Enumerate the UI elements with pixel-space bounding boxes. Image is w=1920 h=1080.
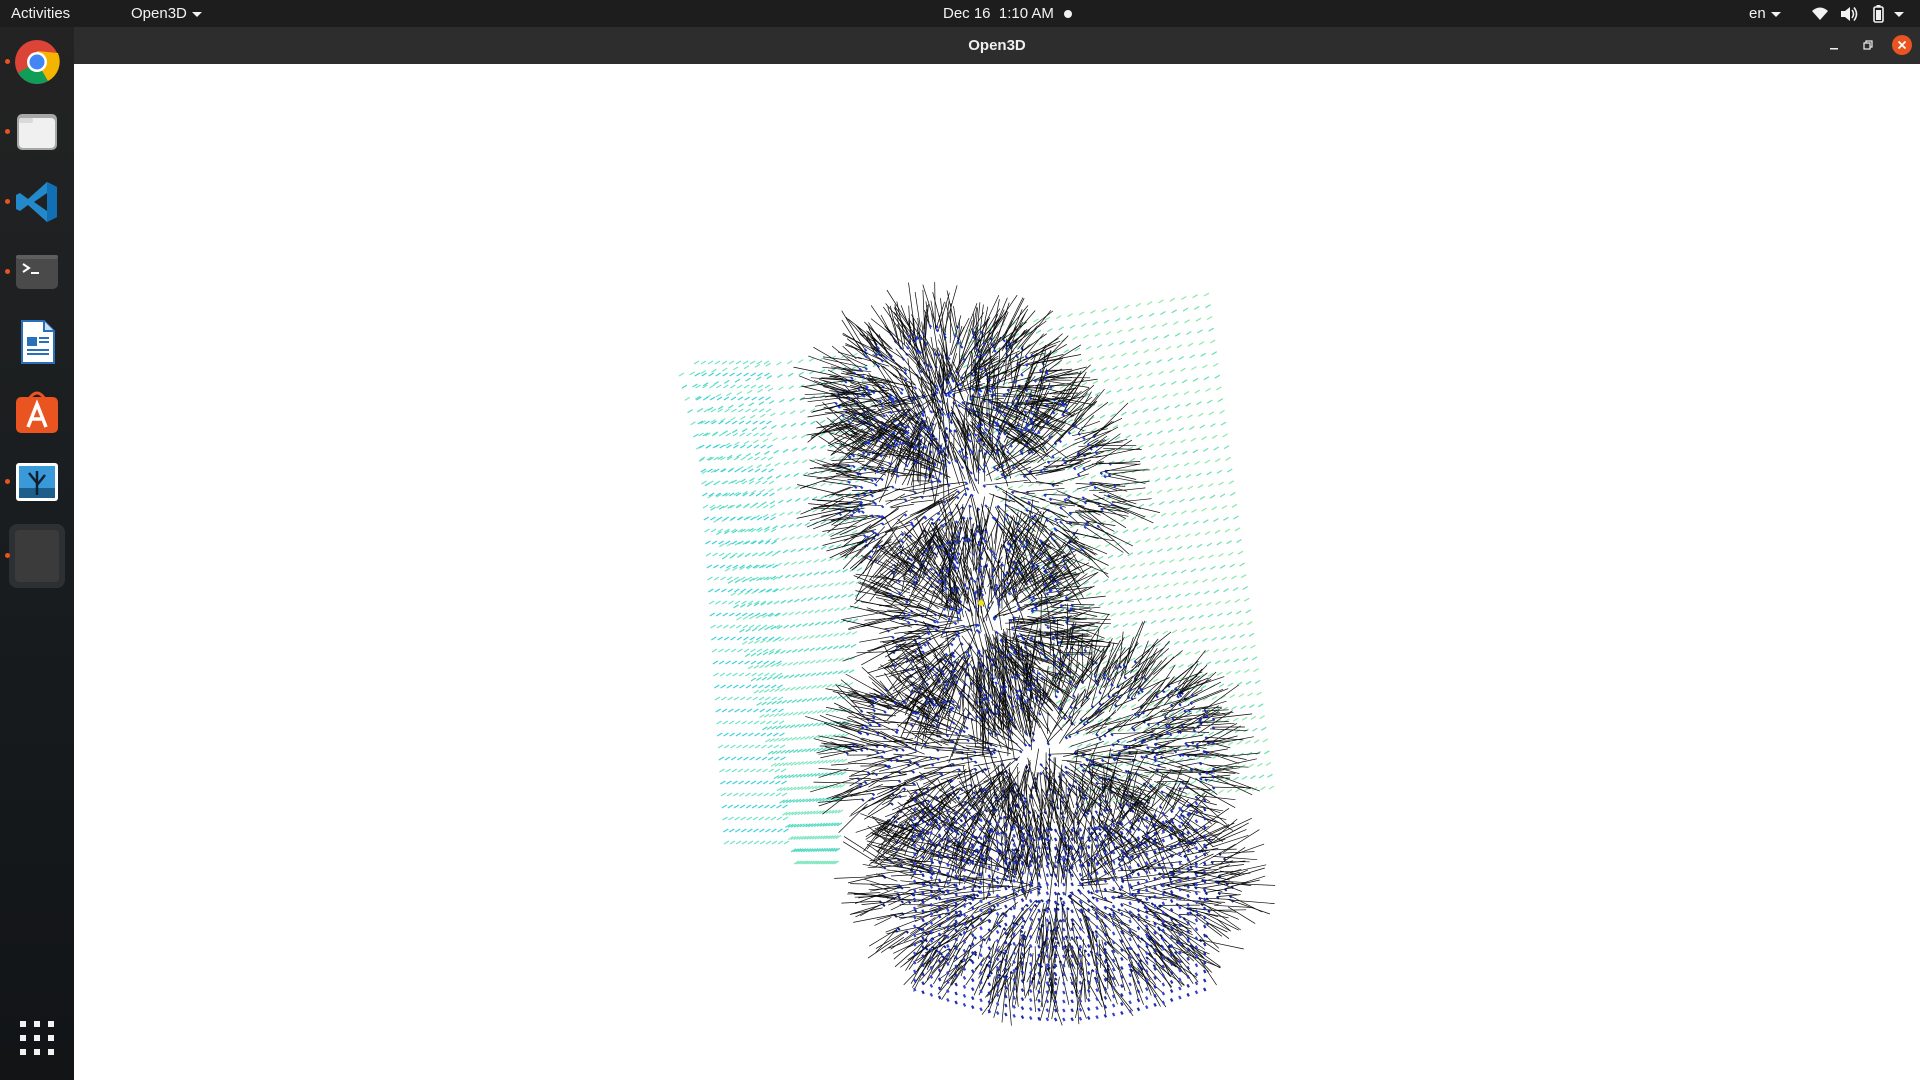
- clock[interactable]: Dec 16 1:10 AM: [943, 0, 1054, 27]
- chevron-down-icon: [1894, 12, 1904, 17]
- point-cloud-render: [678, 282, 1276, 1026]
- dock-item-chrome[interactable]: [5, 34, 65, 90]
- window-titlebar[interactable]: Open3D: [74, 27, 1920, 64]
- close-button[interactable]: [1892, 35, 1912, 55]
- clock-time: 1:10 AM: [998, 5, 1054, 22]
- running-indicator: [5, 269, 10, 274]
- running-indicator: [5, 59, 10, 64]
- files-icon: [17, 114, 57, 150]
- open3d-window-icon: [15, 530, 59, 582]
- app-menu-label: Open3D: [131, 5, 187, 22]
- selected-point-marker: [978, 600, 984, 606]
- show-applications-button[interactable]: [18, 1019, 56, 1057]
- 3d-viewport[interactable]: [74, 64, 1920, 1080]
- dock: [0, 27, 74, 1080]
- software-icon: [16, 391, 58, 433]
- chevron-down-icon: [191, 11, 202, 17]
- terminal-icon: [16, 255, 58, 289]
- battery-icon: [1873, 5, 1884, 23]
- wifi-icon: [1812, 7, 1828, 20]
- restore-button[interactable]: [1858, 35, 1878, 55]
- dock-item-software[interactable]: [9, 384, 65, 440]
- minimize-icon: [1830, 48, 1838, 50]
- system-tray-icons: [1812, 5, 1904, 23]
- dock-item-files[interactable]: [5, 104, 65, 160]
- running-indicator: [5, 199, 10, 204]
- app-menu[interactable]: Open3D: [131, 0, 202, 27]
- volume-icon: [1841, 7, 1858, 21]
- dock-item-writer[interactable]: [9, 314, 65, 370]
- language-selector[interactable]: en: [1749, 0, 1781, 27]
- dock-item-image-viewer[interactable]: [5, 454, 65, 510]
- running-indicator: [5, 479, 10, 484]
- window-title: Open3D: [968, 37, 1026, 54]
- running-indicator: [5, 553, 10, 558]
- notification-dot-icon: [1064, 10, 1072, 18]
- restore-icon: [1863, 40, 1873, 50]
- open3d-window: Open3D: [74, 27, 1920, 1080]
- chevron-down-icon: [1770, 11, 1781, 17]
- dock-item-terminal[interactable]: [5, 244, 65, 300]
- dock-item-vscode[interactable]: [5, 174, 65, 230]
- clock-date: Dec 16: [943, 5, 991, 22]
- object-normals: [793, 282, 1276, 1026]
- system-menu[interactable]: [1810, 4, 1914, 24]
- writer-icon: [21, 320, 55, 364]
- top-bar: Activities Open3D Dec 16 1:10 AM en: [0, 0, 1920, 27]
- show-applications-icon: [20, 1021, 54, 1055]
- running-indicator: [5, 129, 10, 134]
- dock-item-open3d[interactable]: [5, 524, 65, 588]
- close-icon: [1897, 40, 1907, 50]
- vscode-icon: [16, 182, 57, 222]
- minimize-button[interactable]: [1824, 35, 1844, 55]
- chrome-icon: [15, 40, 60, 84]
- language-label: en: [1749, 5, 1766, 22]
- activities-button[interactable]: Activities: [11, 0, 70, 27]
- image-viewer-icon: [16, 463, 58, 501]
